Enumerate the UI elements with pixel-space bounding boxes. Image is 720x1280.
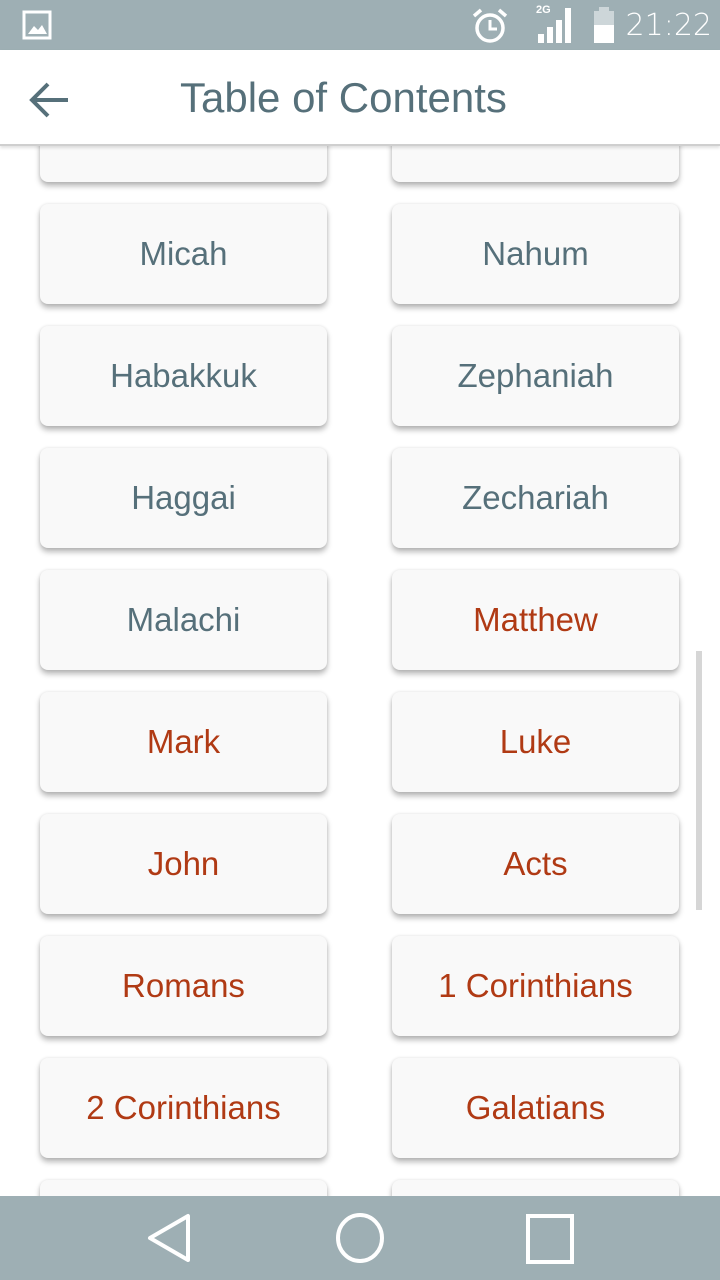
book-label: 2 Corinthians (86, 1089, 281, 1126)
battery-icon (594, 7, 614, 43)
book-label: Zechariah (462, 479, 609, 516)
book-label: Mark (146, 723, 221, 760)
page-title: Table of Contents (180, 74, 507, 121)
book-button[interactable]: 2 Corinthians (40, 1058, 327, 1158)
book-label: Matthew (473, 601, 598, 638)
status-bar: 2G 21:22 (0, 0, 720, 50)
image-notification-icon (22, 10, 52, 40)
book-label: Galatians (465, 1089, 606, 1126)
book-label: Zephaniah (457, 357, 614, 394)
book-button[interactable]: Galatians (392, 1058, 679, 1158)
alarm-icon (472, 8, 508, 43)
book-label: Micah (139, 235, 228, 272)
book-label: Haggai (131, 479, 236, 516)
home-circle-icon[interactable] (332, 1210, 388, 1266)
book-button[interactable]: Zechariah (392, 448, 679, 548)
book-label: Luke (499, 723, 572, 760)
book-label: Habakkuk (110, 357, 257, 394)
app-bar: Table of Contents (0, 50, 720, 146)
book-button[interactable] (40, 146, 327, 182)
book-label: Acts (503, 845, 568, 882)
scrollbar[interactable] (696, 651, 702, 910)
book-button[interactable] (392, 1180, 679, 1196)
book-button[interactable]: Luke (392, 692, 679, 792)
book-button[interactable]: Romans (40, 936, 327, 1036)
book-label: Romans (122, 967, 245, 1004)
book-label: Malachi (126, 601, 241, 638)
back-triangle-icon[interactable] (142, 1210, 198, 1266)
recents-square-icon[interactable] (522, 1210, 578, 1266)
book-button[interactable]: Mark (40, 692, 327, 792)
arrow-left-icon[interactable] (26, 78, 74, 122)
book-label: 1 Corinthians (438, 967, 633, 1004)
book-button[interactable]: Micah (40, 204, 327, 304)
book-label: Nahum (482, 235, 589, 272)
signal-icon (538, 8, 571, 43)
book-button[interactable]: Habakkuk (40, 326, 327, 426)
book-button[interactable] (40, 1180, 327, 1196)
book-button[interactable]: John (40, 814, 327, 914)
book-button[interactable] (392, 146, 679, 182)
book-label: John (147, 845, 220, 882)
book-button[interactable]: Zephaniah (392, 326, 679, 426)
book-button[interactable]: Malachi (40, 570, 327, 670)
book-button[interactable]: Nahum (392, 204, 679, 304)
book-button[interactable]: Haggai (40, 448, 327, 548)
book-button[interactable]: Matthew (392, 570, 679, 670)
book-button[interactable]: Acts (392, 814, 679, 914)
book-button[interactable]: 1 Corinthians (392, 936, 679, 1036)
navigation-bar (0, 1196, 720, 1280)
clock: 21:22 (625, 8, 712, 43)
book-grid: Galatians 2 Corinthians 1 Corinthians Roman… (0, 146, 720, 1196)
